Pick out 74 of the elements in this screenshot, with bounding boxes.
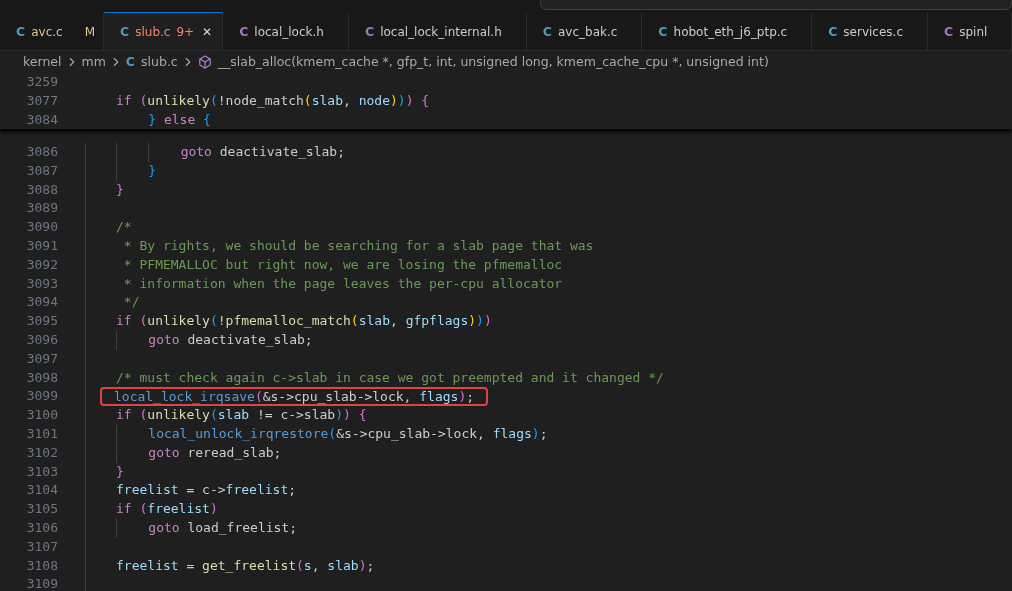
c-file-icon: C: [364, 24, 375, 39]
line-number: 3084: [25, 110, 58, 129]
code-line: if (unlikely(!node_match(slab, node))) {: [116, 91, 430, 110]
c-file-icon: C: [239, 24, 249, 39]
line-number: 3105: [25, 500, 58, 519]
code-line: * PFMEMALLOC but right now, we are losing the pfmemalloc: [122, 255, 563, 274]
c-file-icon: C: [542, 24, 552, 39]
line-number: 3092: [25, 255, 58, 274]
close-button[interactable]: ✕: [200, 24, 215, 39]
line-number: 3087: [25, 161, 58, 180]
c-file-icon: C: [944, 24, 954, 39]
line-number: 3103: [25, 462, 58, 481]
code-line: goto load_freelist;: [116, 518, 298, 538]
tab-label: local_lock.h: [254, 24, 325, 39]
tab-status-label: M: [84, 24, 95, 39]
line-number: 3108: [25, 556, 58, 575]
breadcrumb-item[interactable]: mm: [81, 54, 106, 69]
line-number: 3091: [25, 237, 58, 255]
code-line: }: [116, 161, 157, 181]
code-line: }: [116, 180, 124, 199]
c-file-icon: C: [828, 24, 838, 39]
code-line: * information when the page leaves the per-cpu allocator: [122, 274, 563, 293]
code-line: } else {: [147, 110, 211, 129]
tab-label: hobot_eth_j6_ptp.c: [673, 24, 789, 39]
code-line: goto reread_slab;: [116, 443, 282, 463]
tab-label: slub.c: [135, 24, 171, 39]
line-number: 3094: [25, 293, 58, 312]
code-line: if (unlikely(slab != c->slab)) {: [116, 406, 367, 425]
line-number: 3095: [25, 312, 58, 331]
breadcrumb-item[interactable]: __slab_alloc(kmem_cache *, gfp_t, int, unsigned long, kmem_cache_cpu *, unsigned int): [217, 54, 769, 69]
cube-icon: [197, 54, 212, 69]
code-line: freelist = get_freelist(s, slab);: [116, 556, 375, 575]
tab-label: local_lock_internal.h: [380, 24, 503, 39]
line-number: 3104: [25, 481, 58, 500]
line-number: 3107: [25, 537, 58, 556]
code-line: */: [122, 293, 140, 312]
tab-label: spinl: [959, 24, 989, 39]
c-file-icon: C: [125, 54, 136, 69]
code-line: if (unlikely(!pfmemalloc_match(slab, gfpflags))): [116, 312, 492, 331]
editor-tab[interactable]: C slub.c 9+ ✕: [104, 12, 224, 50]
tab-label: avc.c: [31, 24, 64, 39]
line-number: 3097: [25, 349, 58, 368]
line-number: 3086: [25, 143, 58, 161]
c-file-icon: C: [658, 24, 668, 39]
line-number: 3093: [25, 274, 58, 293]
line-number: 3106: [25, 518, 58, 537]
line-number: 3088: [25, 180, 58, 199]
code-line: goto deactivate_slab;: [116, 330, 313, 350]
line-number: 3098: [25, 368, 58, 387]
line-number: 3096: [25, 330, 58, 349]
line-number: 3100: [25, 406, 58, 425]
breadcrumb-item[interactable]: slub.c: [141, 54, 178, 69]
tab-label: services.c: [843, 24, 904, 39]
c-file-icon: C: [120, 24, 130, 39]
tab-status-label: 9+: [176, 24, 195, 39]
code-line: if (freelist): [116, 500, 218, 519]
code-line: * By rights, we should be searching for a slab page that was: [122, 237, 594, 255]
code-line: /* must check again c->slab in case we got preempted and it changed */: [116, 368, 664, 387]
line-number: 3089: [25, 199, 58, 218]
breadcrumb-item[interactable]: kernel: [23, 54, 62, 69]
code-line: }: [116, 462, 124, 481]
line-number: 3077: [25, 91, 58, 110]
code-line: freelist = c->freelist;: [116, 481, 297, 500]
code-line: /*: [116, 218, 132, 237]
code-line: local_unlock_irqrestore(&s->cpu_slab->lock, flags);: [116, 424, 548, 444]
line-number: 3099: [25, 387, 58, 406]
line-number: 3102: [25, 443, 58, 462]
line-number: 3101: [25, 424, 58, 443]
line-number: 3109: [25, 575, 58, 591]
tab-label: avc_bak.c: [557, 24, 619, 39]
c-file-icon: C: [16, 24, 26, 39]
line-number: 3259: [25, 73, 58, 91]
line-number: 3090: [25, 218, 58, 237]
code-line: goto deactivate_slab;: [116, 143, 345, 162]
